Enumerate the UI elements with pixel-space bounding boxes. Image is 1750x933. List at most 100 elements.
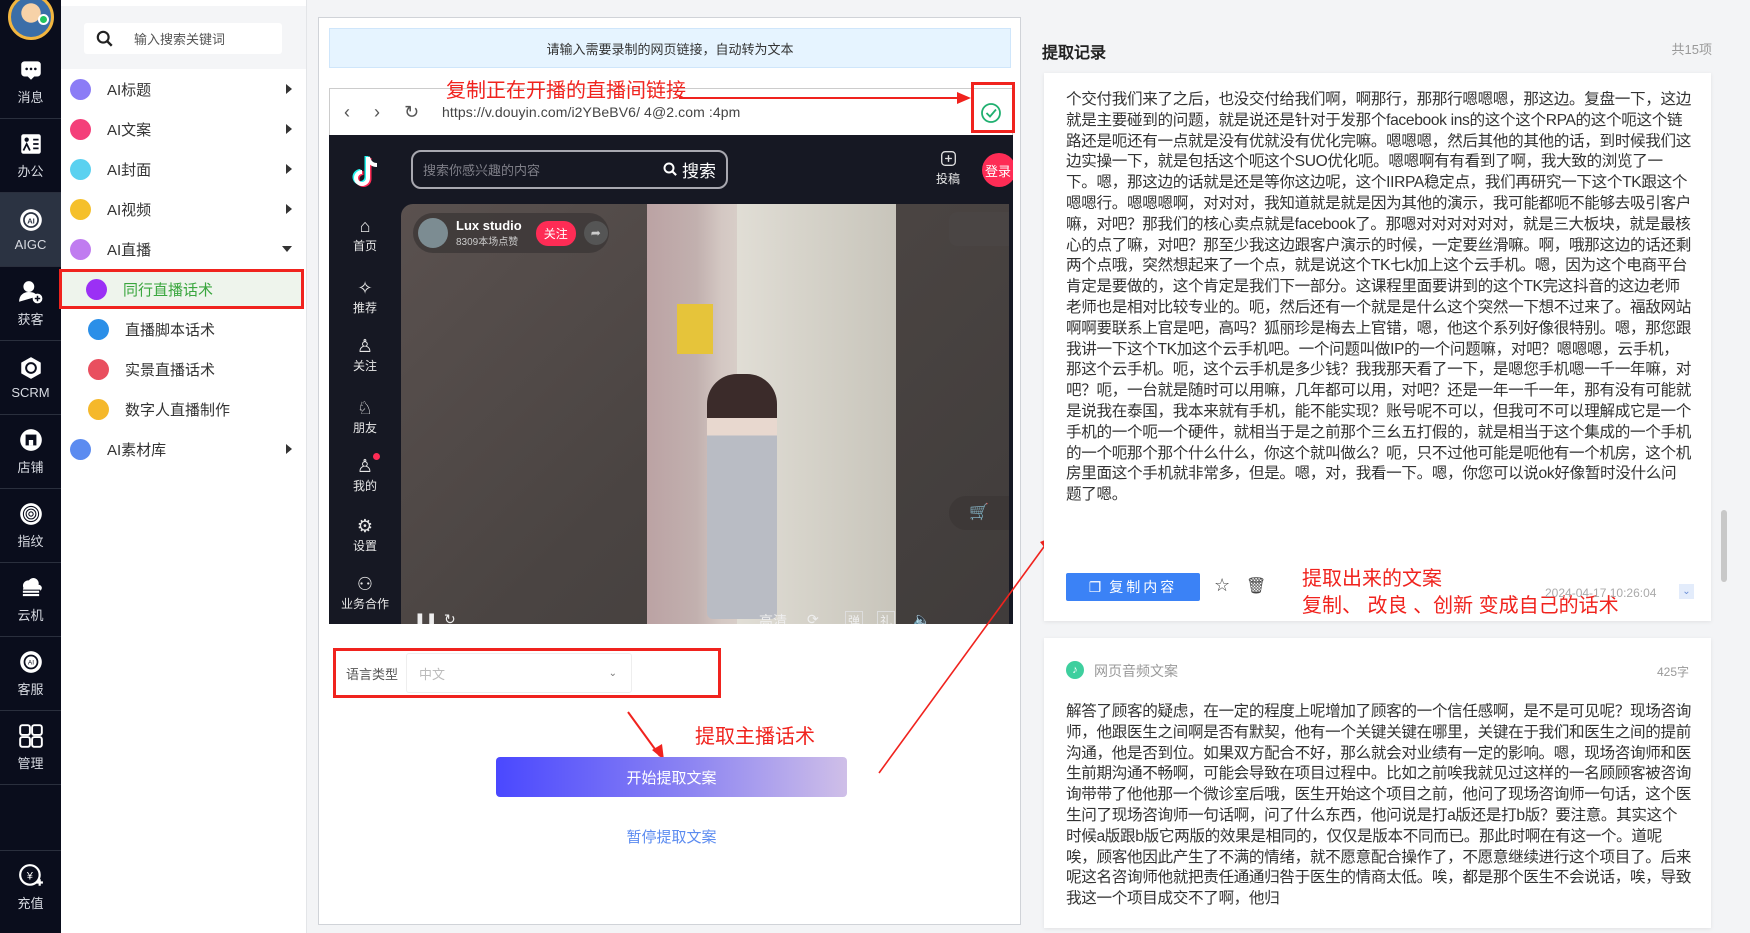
caret-right-icon (286, 204, 292, 214)
pause-extract-link[interactable]: 暂停提取文案 (496, 826, 847, 847)
expand-chevron-icon[interactable]: ⌄ (1679, 584, 1694, 599)
menu-item[interactable]: AI文案 (61, 109, 306, 149)
recharge-icon: ¥ (18, 864, 43, 886)
menu-item-label: AI标题 (107, 81, 152, 99)
cart-icon[interactable]: 🛒 (949, 496, 1009, 530)
danmu-button[interactable]: 弹 (845, 611, 864, 624)
scrollbar[interactable] (1721, 510, 1727, 582)
menu-item[interactable]: AI素材库 (61, 429, 306, 469)
upload-button[interactable]: 投稿 (933, 150, 963, 187)
record-text[interactable]: 个交付我们来了之后，也没交付给我们啊，啊那行，那那行嗯嗯嗯，那这边。复盘一下，这… (1066, 90, 1691, 527)
records-count: 共15项 (1671, 42, 1712, 57)
caret-right-icon (286, 84, 292, 94)
douyin-nav-icon: ♘ (356, 398, 374, 418)
rail-item-3[interactable]: 获客 (0, 267, 61, 341)
douyin-search-placeholder: 搜索你感兴趣的内容 (423, 163, 541, 178)
host-avatar[interactable] (418, 218, 448, 248)
record-date: 2024-04-17 10:26:04 (1545, 586, 1657, 600)
menu-item-icon (86, 278, 107, 300)
upload-label: 投稿 (935, 172, 960, 186)
menu-item[interactable]: AI视频 (61, 189, 306, 229)
menu-item-label: AI素材库 (107, 441, 167, 459)
rail-item-5[interactable]: 店铺 (0, 415, 61, 489)
forward-icon[interactable]: › (374, 102, 390, 123)
douyin-nav-item[interactable]: ♘ 朋友 (329, 397, 401, 436)
rail-label: SCRM (11, 385, 50, 400)
rail-item-7[interactable]: 云机 (0, 563, 61, 637)
refresh-icon[interactable]: ↻ (404, 102, 420, 123)
rail-item-6[interactable]: 指纹 (0, 489, 61, 563)
support-icon: AI (19, 651, 42, 673)
menu-item[interactable]: AI直播 (61, 229, 306, 269)
douyin-nav-label: 业务合作 (340, 597, 389, 611)
login-button[interactable]: 登录 (982, 153, 1013, 187)
pause-icon[interactable]: ❚❚ (414, 611, 437, 624)
annotation-arrow (679, 92, 971, 104)
menu-item[interactable]: AI标题 (61, 69, 306, 109)
copy-icon: ❐ (1088, 578, 1102, 595)
language-select[interactable]: 中文 ⌄ (406, 653, 632, 693)
menu-item[interactable]: AI封面 (61, 149, 306, 189)
side-panel-tab[interactable] (949, 212, 1009, 246)
menu-item-icon (88, 358, 109, 380)
fingerprint-icon (19, 503, 42, 525)
replay-icon[interactable]: ↻ (444, 611, 456, 624)
share-icon[interactable]: ➦ (583, 221, 608, 245)
rail-label: 指纹 (17, 534, 44, 549)
douyin-nav-icon: ♙ (356, 336, 374, 356)
rail-label: 管理 (17, 756, 44, 771)
douyin-nav-label: 推荐 (352, 301, 377, 315)
douyin-nav-item[interactable]: ⚙ 设置 (329, 515, 401, 554)
caret-right-icon (286, 124, 292, 134)
rail-item-recharge[interactable]: ¥ 充值 (0, 850, 61, 924)
record-text[interactable]: 解答了顾客的疑虑，在一定的程度上呢增加了顾客的一个信任感啊，是不是可见呢？现场咨… (1066, 702, 1691, 928)
user-add-icon (18, 281, 42, 304)
douyin-search-button[interactable]: 搜索 (663, 157, 716, 182)
douyin-nav-item[interactable]: ✧ 推荐 (329, 277, 401, 316)
host-name: Lux studio (456, 218, 522, 233)
douyin-search-input[interactable]: 搜索你感兴趣的内容 搜索 (411, 150, 728, 189)
annotation-result-1: 提取出来的文案 (1302, 568, 1442, 590)
douyin-nav-item[interactable]: ♙ 关注 (329, 335, 401, 374)
search-input[interactable]: 输入搜索关键词 (84, 23, 282, 54)
cloud-machine-icon (21, 578, 42, 598)
host-image (707, 374, 777, 619)
follow-button[interactable]: 关注 (535, 220, 576, 246)
douyin-nav-item[interactable]: ♙ 我的 (329, 453, 401, 494)
caret-right-icon (286, 444, 292, 454)
rail-item-8[interactable]: AI 客服 (0, 637, 61, 711)
menu-item-label: AI视频 (107, 201, 152, 219)
start-extract-button[interactable]: 开始提取文案 (496, 757, 847, 797)
rail-item-1[interactable]: 办公 (0, 119, 61, 193)
rail-label: 充值 (17, 896, 44, 911)
menu-item[interactable]: 实景直播话术 (61, 349, 306, 389)
menu-item-label: 同行直播话术 (123, 281, 214, 299)
live-video[interactable] (647, 204, 896, 624)
copy-content-button[interactable]: ❐ 复制内容 (1066, 573, 1200, 601)
douyin-nav-icon: ⚇ (356, 574, 374, 594)
rail-item-9[interactable]: 管理 (0, 711, 61, 785)
back-icon[interactable]: ‹ (344, 102, 360, 123)
rail-item-2[interactable]: AI AIGC (0, 193, 61, 267)
douyin-logo-icon (352, 156, 378, 187)
chevron-down-icon: ⌄ (608, 667, 617, 679)
menu-item[interactable]: 数字人直播制作 (61, 389, 306, 429)
annotation-copy-link: 复制正在开播的直播间链接 (446, 80, 686, 102)
star-icon[interactable]: ☆ (1214, 575, 1230, 596)
svg-text:AI: AI (27, 216, 35, 225)
trash-icon[interactable]: 🗑 (1246, 576, 1266, 596)
search-icon (663, 162, 677, 176)
menu-item[interactable]: 同行直播话术 (59, 269, 304, 309)
menu-item-icon (88, 398, 109, 420)
douyin-nav-label: 设置 (352, 539, 377, 553)
menu-item[interactable]: 直播脚本话术 (61, 309, 306, 349)
rail-item-0[interactable]: 消息 (0, 45, 61, 119)
quality-button[interactable]: 高清 (759, 611, 787, 624)
douyin-nav-item[interactable]: ⌂ 首页 (329, 215, 401, 254)
language-label: 语言类型 (346, 666, 399, 682)
rail-item-4[interactable]: SCRM (0, 341, 61, 415)
rotate-icon[interactable]: ⟳ (807, 611, 819, 624)
douyin-nav-item[interactable]: ⚇ 业务合作 (329, 573, 401, 612)
notice-bar: 请输入需要录制的网页链接，自动转为文本 (329, 28, 1011, 68)
menu-item-icon (70, 198, 91, 220)
